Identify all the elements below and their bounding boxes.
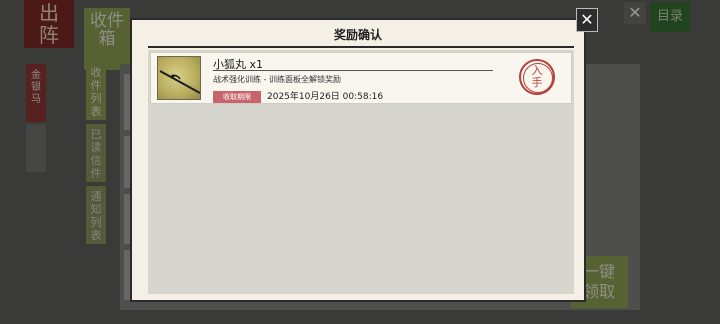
acquire-seal[interactable]: 入 手 — [519, 59, 555, 95]
reward-confirm-dialog: 奖励确认 小狐丸 x1 战术强化训练 - 训练面板全解锁奖励 收取期限 2025… — [130, 18, 586, 302]
reward-list: 小狐丸 x1 战术强化训练 - 训练面板全解锁奖励 收取期限 2025年10月2… — [148, 50, 574, 294]
title-divider — [148, 46, 574, 48]
sword-icon — [157, 56, 201, 100]
reward-description: 战术强化训练 - 训练面板全解锁奖励 — [213, 75, 341, 84]
dialog-title: 奖励确认 — [333, 28, 382, 42]
seal-char-2: 手 — [531, 76, 543, 89]
reward-item: 小狐丸 x1 战术强化训练 - 训练面板全解锁奖励 收取期限 2025年10月2… — [150, 52, 572, 104]
name-divider — [213, 70, 493, 71]
expire-time: 2025年10月26日 00:58:16 — [267, 92, 384, 102]
period-badge: 收取期限 — [213, 91, 261, 103]
close-icon[interactable]: ✕ — [576, 8, 598, 32]
